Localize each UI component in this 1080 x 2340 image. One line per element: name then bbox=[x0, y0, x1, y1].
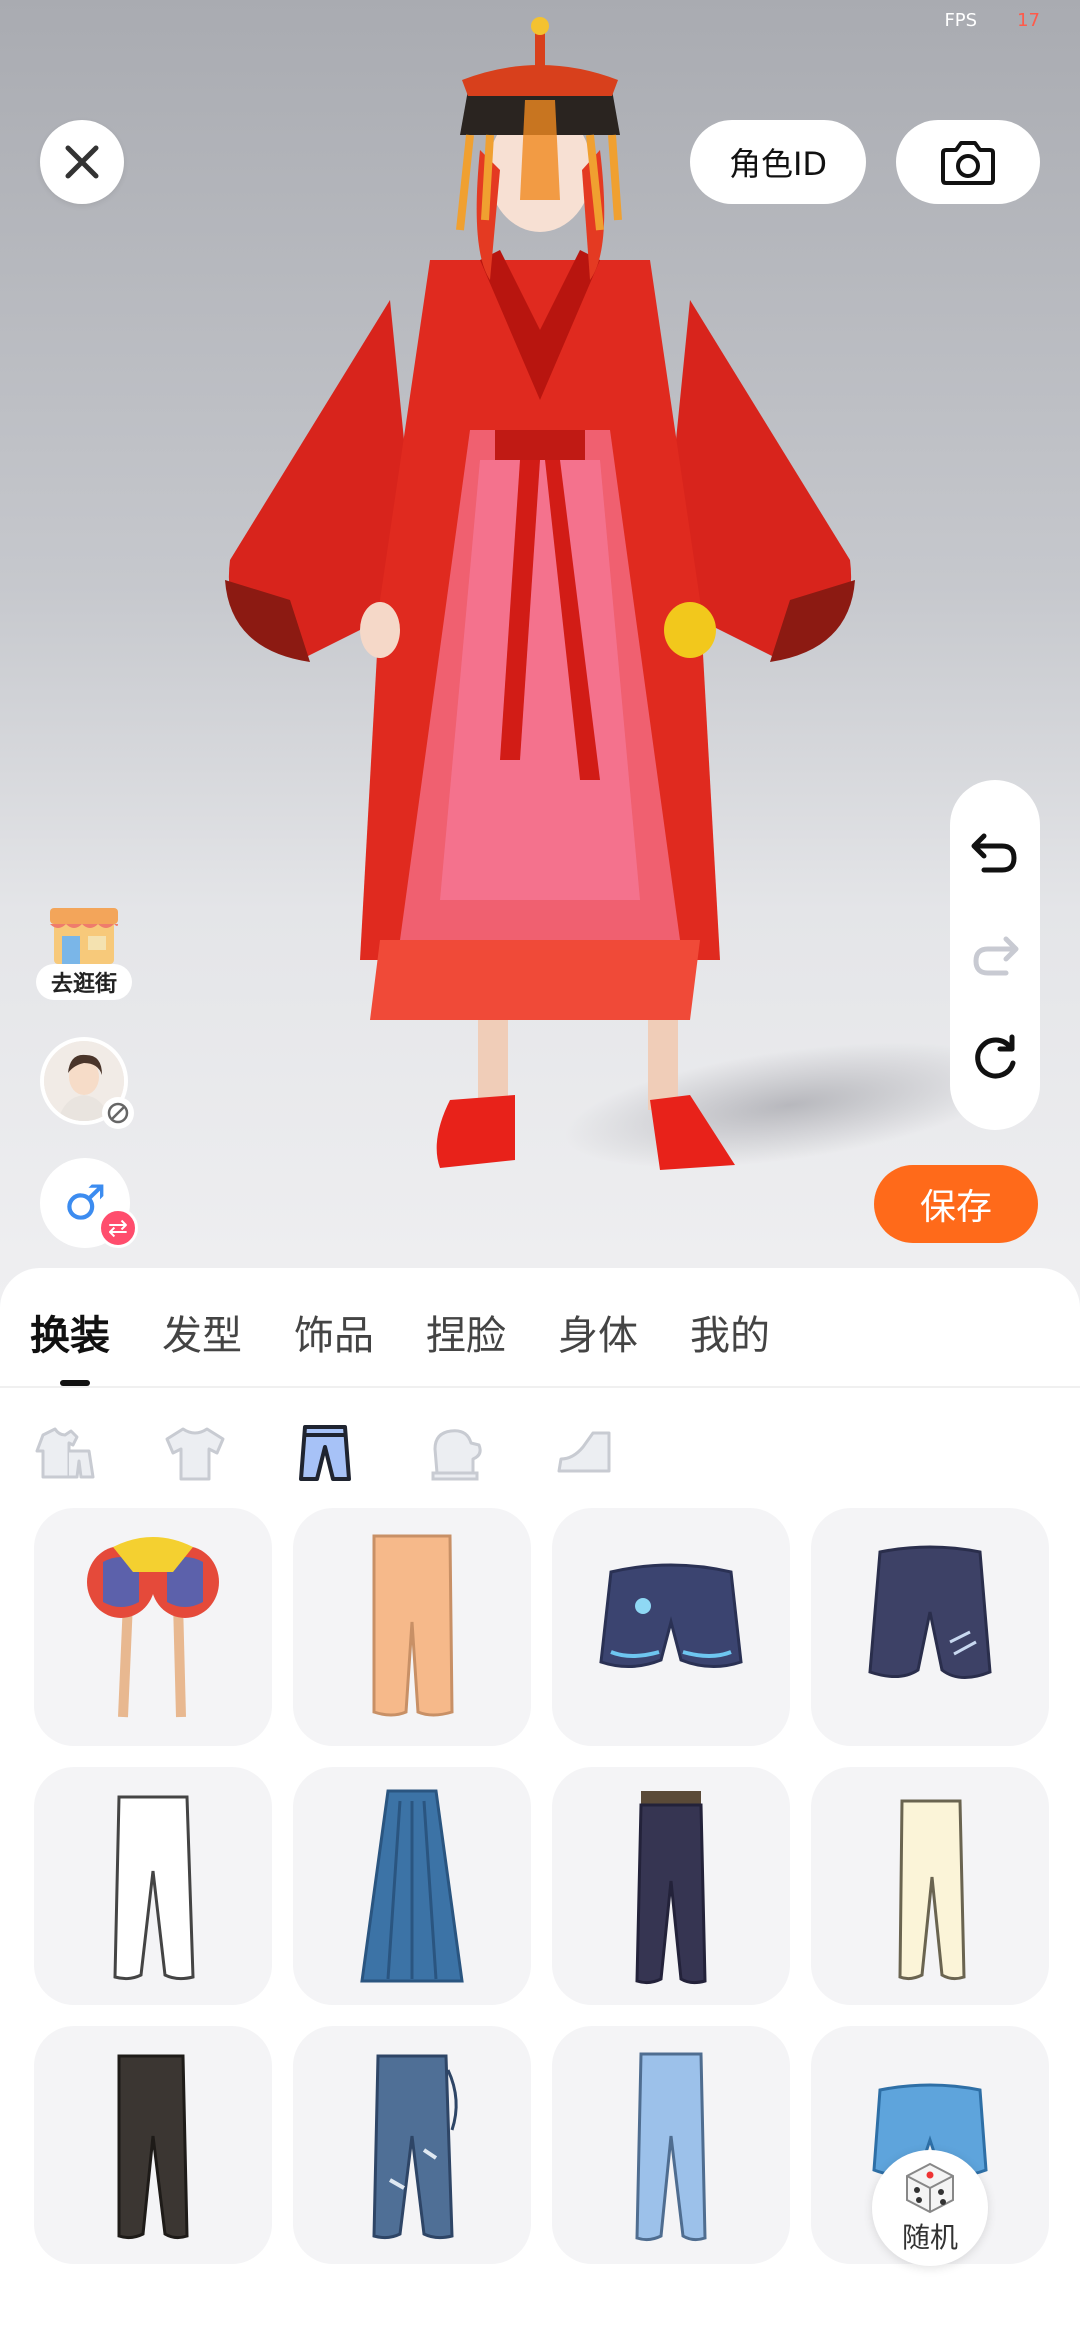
divider bbox=[0, 1386, 1080, 1388]
hidden-status-badge bbox=[102, 1097, 134, 1129]
white-pants-icon bbox=[113, 1795, 195, 1981]
subcat-shoes[interactable] bbox=[550, 1418, 620, 1488]
black-pants-icon bbox=[117, 2054, 189, 2240]
random-button[interactable]: 随机 bbox=[872, 2150, 988, 2266]
item-navy-capri[interactable] bbox=[811, 1508, 1049, 1746]
dice-icon bbox=[906, 2162, 954, 2214]
history-controls bbox=[950, 780, 1040, 1130]
item-lantern-legs[interactable] bbox=[34, 1508, 272, 1746]
lantern-pants-icon bbox=[87, 1537, 219, 1718]
tab-body[interactable]: 身体 bbox=[558, 1306, 638, 1366]
subcategory-bar bbox=[30, 1418, 680, 1488]
close-button[interactable] bbox=[40, 120, 124, 204]
fps-counter: FPS 17 bbox=[944, 10, 1040, 31]
undo-icon bbox=[971, 833, 1017, 873]
ripped-jeans-icon bbox=[372, 2054, 458, 2240]
skin-leggings-icon bbox=[372, 1534, 454, 1717]
glove-icon bbox=[431, 1429, 482, 1481]
pants-icon bbox=[299, 1425, 351, 1481]
redo-button[interactable] bbox=[965, 925, 1025, 985]
shoe-icon bbox=[557, 1431, 611, 1473]
fps-value: 17 bbox=[1017, 10, 1040, 31]
category-tabs: 换装 发型 饰品 捏脸 身体 我的 bbox=[30, 1306, 822, 1386]
avatar-profile-button[interactable] bbox=[40, 1037, 134, 1129]
subcat-outfit-set[interactable] bbox=[30, 1418, 100, 1488]
item-blue-pleated-skirt[interactable] bbox=[293, 1767, 531, 2005]
shop-icon bbox=[50, 908, 118, 964]
camera-icon bbox=[941, 141, 995, 185]
undo-button[interactable] bbox=[965, 822, 1025, 882]
item-light-jeans[interactable] bbox=[552, 2026, 790, 2264]
capri-pants-icon bbox=[868, 1545, 992, 1679]
subcat-gloves[interactable] bbox=[420, 1418, 490, 1488]
cream-pants-icon bbox=[898, 1799, 966, 1981]
tab-face[interactable]: 捏脸 bbox=[426, 1306, 506, 1366]
subcat-pants[interactable] bbox=[290, 1418, 360, 1488]
shorts-icon bbox=[599, 1563, 743, 1668]
customization-panel: 换装 发型 饰品 捏脸 身体 我的 随机 bbox=[0, 1268, 1080, 2340]
role-id-button[interactable]: 角色ID bbox=[690, 120, 866, 204]
tab-outfit[interactable]: 换装 bbox=[30, 1306, 110, 1386]
tab-hairstyle[interactable]: 发型 bbox=[162, 1306, 242, 1366]
item-grid bbox=[34, 1508, 1050, 2264]
item-navy-shorts[interactable] bbox=[552, 1508, 790, 1746]
item-black-pants[interactable] bbox=[34, 2026, 272, 2264]
reset-icon bbox=[975, 1034, 1016, 1079]
gender-switch-button[interactable]: ♂ ⇄ bbox=[40, 1158, 138, 1248]
item-dark-jeans[interactable] bbox=[552, 1767, 790, 2005]
avatar-stage[interactable]: FPS 17 角色ID 保存 bbox=[0, 0, 1080, 1300]
go-shopping-button[interactable]: 去逛街 bbox=[36, 900, 132, 1004]
close-icon bbox=[65, 145, 99, 179]
camera-button[interactable] bbox=[896, 120, 1040, 204]
redo-icon bbox=[973, 936, 1019, 976]
tab-accessories[interactable]: 饰品 bbox=[294, 1306, 374, 1366]
go-shopping-label: 去逛街 bbox=[36, 964, 132, 1000]
outfit-set-icon bbox=[35, 1427, 95, 1479]
save-button[interactable]: 保存 bbox=[874, 1165, 1038, 1243]
reset-button[interactable] bbox=[965, 1028, 1025, 1088]
item-cream-pants[interactable] bbox=[811, 1767, 1049, 2005]
pleated-skirt-icon bbox=[360, 1789, 464, 1983]
swap-icon: ⇄ bbox=[98, 1208, 138, 1248]
fps-label: FPS bbox=[944, 10, 978, 31]
item-skin-leggings[interactable] bbox=[293, 1508, 531, 1746]
random-label: 随机 bbox=[901, 2221, 958, 2254]
disabled-icon bbox=[107, 1102, 129, 1124]
light-jeans-icon bbox=[635, 2052, 707, 2242]
top-icon bbox=[165, 1427, 225, 1481]
dark-jeans-icon bbox=[635, 1791, 707, 1985]
tab-mine[interactable]: 我的 bbox=[690, 1306, 770, 1366]
subcat-top[interactable] bbox=[160, 1418, 230, 1488]
item-ripped-jeans[interactable] bbox=[293, 2026, 531, 2264]
item-white-pants[interactable] bbox=[34, 1767, 272, 2005]
